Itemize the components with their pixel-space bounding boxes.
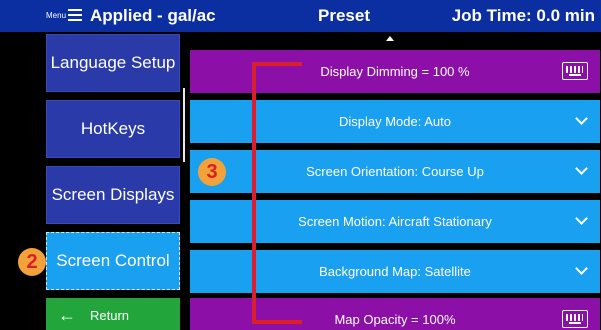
preset-label: Preset [318, 6, 370, 25]
return-button[interactable]: ← Return [46, 298, 180, 330]
return-label: Return [90, 307, 130, 323]
sidebar-item-screen-displays[interactable]: Screen Displays [46, 166, 180, 224]
annotation-badge-3: 3 [198, 158, 226, 186]
sidebar-item-label: Language Setup [50, 53, 176, 72]
chevron-down-icon [575, 162, 588, 175]
arrow-left-icon: ← [58, 304, 76, 325]
keyboard-icon[interactable] [562, 310, 588, 328]
settings-panel: Display Dimming = 100 % Display Mode: Au… [188, 34, 601, 330]
chevron-down-icon [575, 262, 588, 275]
sidebar-item-hotkeys[interactable]: HotKeys [46, 100, 180, 158]
chevron-down-icon [575, 212, 588, 225]
app-title: Applied - gal/ac [90, 6, 216, 25]
job-time: Job Time: 0.0 min [451, 6, 595, 25]
sidebar-item-label: Screen Control [56, 251, 170, 270]
sidebar-item-label: HotKeys [80, 119, 146, 138]
chevron-down-icon [575, 112, 588, 125]
sidebar-item-label: Screen Displays [51, 185, 175, 204]
row-label: Background Map: Satellite [319, 264, 471, 279]
keyboard-icon[interactable] [562, 62, 588, 80]
row-label: Map Opacity = 100% [334, 312, 456, 327]
row-label: Display Dimming = 100 % [320, 64, 470, 79]
row-label: Display Mode: Auto [338, 114, 451, 129]
row-label: Screen Motion: Aircraft Stationary [298, 214, 492, 229]
annotation-badge-2: 2 [18, 248, 46, 276]
top-bar: Menu Applied - gal/ac Preset Job Time: 0… [0, 0, 601, 32]
sidebar: Language Setup HotKeys Screen Displays S… [46, 34, 180, 330]
hamburger-menu-icon[interactable] [68, 9, 82, 21]
sidebar-scrollbar[interactable] [183, 88, 185, 162]
row-label: Screen Orientation: Course Up [306, 164, 484, 179]
sidebar-item-screen-control[interactable]: Screen Control [46, 232, 180, 290]
menu-label[interactable]: Menu [46, 11, 66, 20]
scroll-up-icon[interactable] [386, 36, 394, 41]
annotation-bracket [252, 62, 302, 324]
sidebar-item-language-setup[interactable]: Language Setup [46, 34, 180, 92]
